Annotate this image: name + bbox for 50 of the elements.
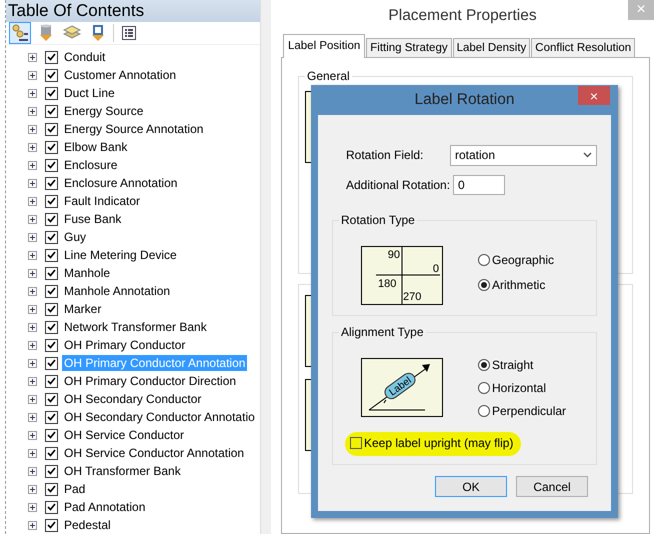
tab[interactable]: Label Position — [283, 34, 366, 58]
option-label: Perpendicular — [492, 404, 566, 418]
layer-item[interactable]: OH Service Conductor — [62, 427, 186, 443]
close-button[interactable]: × — [578, 86, 610, 105]
rotation-field-dropdown[interactable]: rotation — [450, 144, 597, 166]
layer-item[interactable]: Conduit — [62, 49, 108, 65]
dialog-title: Label Rotation — [414, 91, 514, 109]
layer-item[interactable]: Marker — [62, 301, 104, 317]
layer-item[interactable]: Pad Annotation — [62, 499, 148, 515]
group-title: Alignment Type — [339, 325, 426, 339]
layer-item[interactable]: Enclosure — [62, 157, 120, 173]
checkbox-label: Keep label upright (may flip) — [364, 436, 514, 450]
layer-item[interactable]: OH Transformer Bank — [62, 463, 183, 479]
layer-item[interactable]: OH Primary Conductor Direction — [62, 373, 238, 389]
layer-item[interactable]: Energy Source Annotation — [62, 121, 206, 137]
tab[interactable]: Fitting Strategy — [366, 38, 452, 57]
layer-item[interactable]: OH Service Conductor Annotation — [62, 445, 246, 461]
group-title: General — [305, 69, 352, 83]
layer-item[interactable]: Energy Source — [62, 103, 146, 119]
layer-item[interactable]: Network Transformer Bank — [62, 319, 209, 335]
rotation-diagram: 90 0 180 270 — [361, 246, 443, 305]
option-label: Horizontal — [492, 381, 546, 395]
layer-item[interactable]: OH Secondary Conductor — [62, 391, 204, 407]
dialog-title: Placement Properties — [388, 7, 537, 25]
option-label: Geographic — [492, 253, 554, 267]
dialog-button[interactable]: Cancel — [516, 476, 588, 497]
field-label: Rotation Field: — [346, 148, 424, 162]
layer-item[interactable]: Fuse Bank — [62, 211, 124, 227]
layer-item[interactable]: Customer Annotation — [62, 67, 178, 83]
group-title: Rotation Type — [339, 213, 417, 227]
layer-item[interactable]: Pad — [62, 481, 88, 497]
layer-item[interactable]: OH Secondary Conductor Annotatio — [62, 409, 257, 425]
tab[interactable]: Label Density — [452, 38, 530, 57]
layer-item[interactable]: Duct Line — [62, 85, 117, 101]
option-label: Arithmetic — [492, 278, 546, 292]
layer-item[interactable]: Manhole Annotation — [62, 283, 172, 299]
layer-item[interactable]: Manhole — [62, 265, 112, 281]
input-field[interactable]: 0 — [453, 175, 505, 195]
layer-item[interactable]: Guy — [62, 229, 88, 245]
tab[interactable]: Conflict Resolution — [531, 38, 636, 57]
layer-item[interactable]: Elbow Bank — [62, 139, 130, 155]
panel-title: Table Of Contents — [6, 0, 260, 22]
field-label: Additional Rotation: — [346, 178, 452, 192]
layer-item[interactable]: Line Metering Device — [62, 247, 179, 263]
layer-item[interactable]: Fault Indicator — [62, 193, 142, 209]
option-label: Straight — [492, 358, 534, 372]
layer-item[interactable]: Enclosure Annotation — [62, 175, 180, 191]
dialog-button[interactable]: OK — [435, 476, 507, 497]
layer-item[interactable]: OH Primary Conductor — [62, 337, 188, 353]
layer-item[interactable]: Pedestal — [62, 517, 113, 533]
